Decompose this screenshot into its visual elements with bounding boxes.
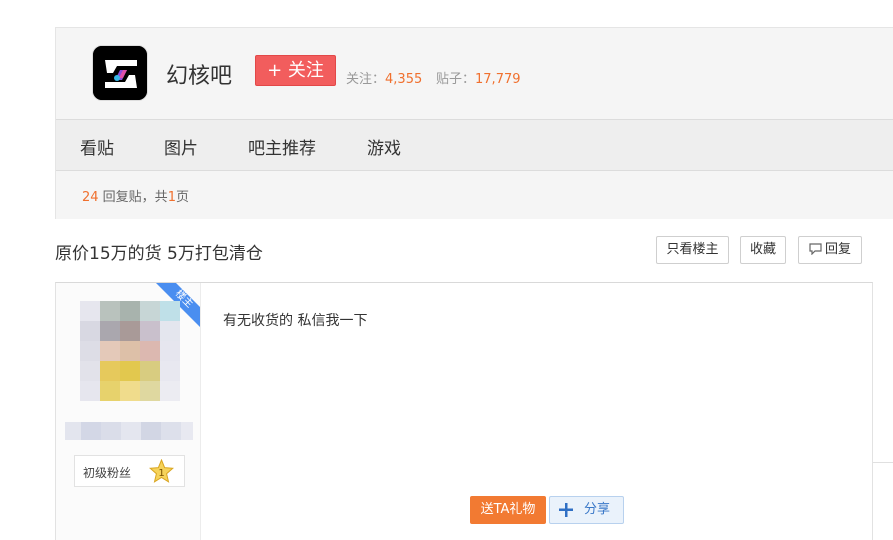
fan-level-label: 初级粉丝 bbox=[83, 466, 132, 480]
followers-label: 关注： bbox=[346, 72, 386, 87]
tab-posts[interactable]: 看贴 bbox=[80, 134, 114, 159]
followers-stat: 关注：4,355 bbox=[346, 68, 422, 87]
forum-logo-icon[interactable] bbox=[92, 45, 148, 101]
tieba-thread-page: 幻核吧 + 关注 关注：4,355 贴子：17,779 看贴 图片 吧主推荐 游… bbox=[0, 0, 893, 540]
tab-featured[interactable]: 吧主推荐 bbox=[248, 134, 316, 159]
author-panel: 楼主 初级粉丝 1 bbox=[56, 283, 201, 540]
tab-images[interactable]: 图片 bbox=[164, 134, 198, 159]
followers-count: 4,355 bbox=[385, 72, 423, 87]
fan-level-number: 1 bbox=[158, 468, 164, 479]
page-count[interactable]: 1 bbox=[168, 190, 176, 205]
posts-label: 贴子： bbox=[436, 72, 476, 87]
reply-count: 24 bbox=[82, 190, 99, 205]
posts-stat: 贴子：17,779 bbox=[436, 68, 521, 87]
user-avatar[interactable] bbox=[80, 301, 180, 401]
reply-icon bbox=[809, 243, 822, 255]
reply-summary: 24 回复贴，共1页 bbox=[82, 186, 189, 205]
side-panel-edge bbox=[873, 462, 893, 540]
plus-icon bbox=[559, 503, 573, 517]
page-text: 页 bbox=[175, 190, 189, 205]
share-label: 分享 bbox=[584, 502, 611, 517]
reply-label: 回复 bbox=[824, 242, 851, 257]
forum-header: 幻核吧 + 关注 关注：4,355 贴子：17,779 看贴 图片 吧主推荐 游… bbox=[55, 27, 893, 219]
fan-level-badge[interactable]: 初级粉丝 1 bbox=[74, 455, 185, 487]
forum-name[interactable]: 幻核吧 bbox=[166, 58, 232, 90]
posts-count: 17,779 bbox=[475, 72, 521, 87]
send-gift-button[interactable]: 送TA礼物 bbox=[470, 496, 546, 524]
only-op-button[interactable]: 只看楼主 bbox=[656, 236, 729, 264]
star-icon: 1 bbox=[149, 459, 174, 483]
reply-text: 回复贴，共 bbox=[98, 190, 168, 205]
reply-button[interactable]: 回复 bbox=[798, 236, 862, 264]
thread-title: 原价15万的货 5万打包清仓 bbox=[55, 244, 263, 264]
favorite-button[interactable]: 收藏 bbox=[740, 236, 786, 264]
post-floor-1: 楼主 初级粉丝 1 有无收货的 私信我一下 送TA礼物 分享 bbox=[55, 282, 873, 540]
forum-nav: 看贴 图片 吧主推荐 游戏 bbox=[56, 119, 893, 171]
username-blurred[interactable] bbox=[65, 422, 193, 440]
follow-button[interactable]: + 关注 bbox=[255, 55, 336, 86]
share-button[interactable]: 分享 bbox=[549, 496, 624, 524]
post-content: 有无收货的 私信我一下 bbox=[223, 313, 368, 329]
tab-games[interactable]: 游戏 bbox=[367, 134, 401, 159]
